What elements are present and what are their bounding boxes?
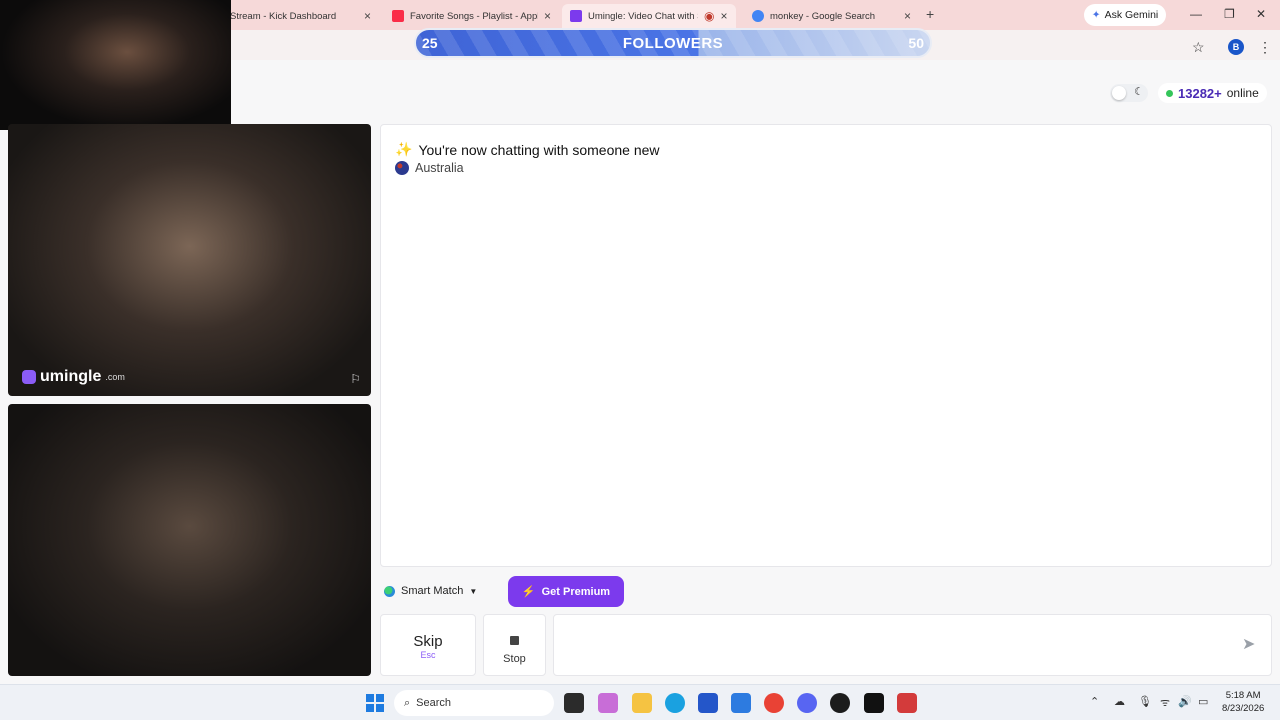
taskbar-search-label: Search [416,697,452,709]
followers-target: 50 [908,35,924,51]
file-explorer-icon[interactable] [632,693,652,713]
online-label: online [1226,86,1259,100]
self-video [8,404,371,676]
task-view-icon[interactable] [564,693,584,713]
premium-label: Get Premium [541,585,611,598]
report-flag-icon[interactable]: ⚐ [350,372,361,386]
brand-name: umingle [40,368,102,385]
tab-umingle[interactable]: Umingle: Video Chat with St ◉ × [562,4,736,28]
online-status-dot [1166,89,1173,97]
window-close-icon[interactable]: ✕ [1256,7,1266,21]
umingle-icon [570,10,582,22]
smart-match-label: Smart Match [401,585,464,597]
country-name: Australia [415,161,464,175]
tab-title: Stream - Kick Dashboard [230,10,337,22]
chat-country: Australia [395,161,464,175]
online-counter: 13282+ online [1158,83,1267,103]
skip-shortcut-hint: Esc [420,650,436,660]
edge-icon[interactable] [665,693,685,713]
close-icon[interactable]: × [720,9,727,23]
battery-icon[interactable]: ▭ [1198,695,1208,708]
tab-title: Umingle: Video Chat with St [588,10,698,22]
tab-apple-music[interactable]: Favorite Songs - Playlist - Apple × [384,4,559,28]
stop-icon [510,636,519,645]
app-icon[interactable] [897,693,917,713]
volume-icon[interactable]: 🔊 [1178,695,1192,708]
windows-taskbar: ⌕ Search ⌃ ☁ 🎙 ᯤ 🔊 ▭ 5:18 AM 8/23/2026 [0,684,1280,720]
caret-down-icon: ▼ [469,586,478,596]
sparkle-icon: ✦ [1091,9,1101,21]
get-premium-button[interactable]: ⚡ Get Premium [508,576,624,607]
smart-match-dropdown[interactable]: Smart Match ▼ [384,580,477,602]
taskbar-search[interactable]: ⌕ Search [394,690,554,716]
chat-status-text: You're now chatting with someone new [418,141,660,158]
brand-domain: .com [105,372,125,382]
message-input[interactable] [553,614,1272,676]
umingle-logo-icon [22,370,36,384]
chevron-up-icon[interactable]: ⌃ [1090,695,1099,708]
globe-icon [384,585,395,597]
windows-start-icon[interactable] [366,694,384,712]
outlook-icon[interactable] [731,693,751,713]
webcam-overlay [0,0,231,130]
copilot-icon[interactable] [598,693,618,713]
online-count: 13282+ [1178,85,1222,101]
bolt-icon: ⚡ [521,586,536,598]
maximize-icon[interactable]: ❐ [1224,7,1235,21]
theme-toggle[interactable]: ☾ [1110,84,1148,102]
microphone-icon[interactable]: 🎙 [1138,695,1152,708]
close-icon[interactable]: × [364,9,371,23]
recording-icon: ◉ [704,9,715,23]
google-icon [752,10,764,22]
profile-avatar[interactable]: B [1228,39,1244,55]
chrome-icon[interactable] [764,693,784,713]
stop-label: Stop [503,653,526,665]
cloud-icon[interactable]: ☁ [1114,695,1125,708]
tab-title: Favorite Songs - Playlist - Apple [410,10,538,22]
tab-title: monkey - Google Search [770,10,876,22]
close-icon[interactable]: × [544,9,551,23]
skip-button[interactable]: Skip Esc [380,614,476,676]
obs-icon[interactable] [830,693,850,713]
store-icon[interactable] [698,693,718,713]
followers-current: 25 [422,35,438,51]
sparkle-icon: ✨ [395,141,413,157]
moon-icon: ☾ [1134,86,1144,98]
kebab-menu-icon[interactable]: ⋮ [1258,39,1272,56]
clock-time: 5:18 AM [1225,690,1261,701]
discord-icon[interactable] [797,693,817,713]
tab-kick-dashboard[interactable]: Stream - Kick Dashboard × [222,4,379,28]
chat-panel: ✨ You're now chatting with someone new A… [380,124,1272,567]
ask-gemini-button[interactable]: ✦ Ask Gemini [1084,4,1166,26]
followers-label: FOLLOWERS [622,34,724,52]
australia-flag-icon [395,161,409,175]
stop-button[interactable]: Stop [483,614,546,676]
terminal-icon[interactable] [864,693,884,713]
wifi-icon[interactable]: ᯤ [1160,695,1170,710]
close-icon[interactable]: × [904,9,911,23]
search-icon: ⌕ [404,696,411,709]
system-clock[interactable]: 5:18 AM 8/23/2026 [1222,689,1264,715]
stranger-video: umingle .com ⚐ [8,124,371,396]
skip-label: Skip [413,633,443,650]
toggle-knob [1112,86,1126,100]
chat-status: ✨ You're now chatting with someone new [395,141,660,158]
send-icon[interactable]: ➤ [1242,634,1255,654]
tab-google-search[interactable]: monkey - Google Search × [744,4,919,28]
apple-music-icon [392,10,404,22]
bookmark-star-icon[interactable]: ☆ [1192,39,1205,56]
followers-goal-bar: 25 FOLLOWERS 50 [414,28,932,58]
umingle-logo: umingle .com [22,368,125,386]
minimize-icon[interactable]: — [1190,7,1202,21]
clock-date: 8/23/2026 [1222,703,1265,714]
new-tab-button[interactable]: + [926,6,934,22]
ask-gemini-label: Ask Gemini [1104,9,1159,21]
